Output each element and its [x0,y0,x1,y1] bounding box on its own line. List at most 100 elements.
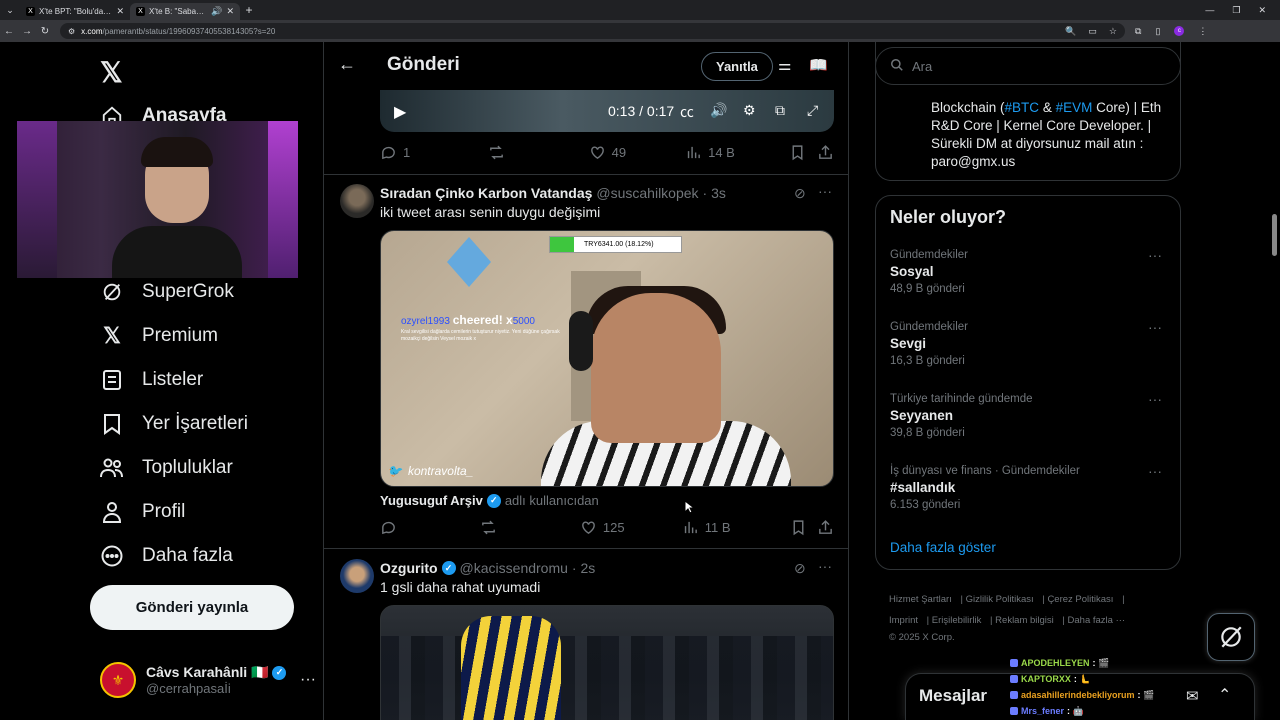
picture-in-picture-icon[interactable]: ⧉ [775,102,785,119]
media-credit[interactable]: Yugusuguf Arşiv ✓ adlı kullanıcıdan [380,493,599,508]
nav-item-premium[interactable]: 𝕏 Premium [100,323,218,348]
footer-link[interactable]: Daha fazla ··· [1068,615,1126,626]
like-action[interactable]: 125 [580,519,682,536]
reply-button[interactable]: Yanıtla [701,52,773,81]
more-icon[interactable]: ··· [300,671,316,689]
more-icon[interactable]: ··· [818,558,832,574]
grok-button[interactable] [1207,613,1255,661]
nav-item-bookmarks[interactable]: Yer İşaretleri [100,412,248,436]
retweet-action[interactable] [488,144,588,161]
trend-item[interactable]: İş dünyası ve finans · Gündemdekiler #sa… [890,463,1170,511]
forward-nav-icon[interactable]: → [18,26,36,37]
zoom-icon[interactable]: 🔍 [1065,26,1076,37]
captions-icon[interactable]: ㏄ [680,102,694,122]
more-icon[interactable]: ··· [1148,391,1162,407]
tweet-time[interactable]: · 3s [703,185,726,201]
footer-link[interactable]: Çerez Politikası [1047,594,1113,605]
settings-gear-icon[interactable]: ⚙ [743,102,756,119]
footer-link[interactable]: Reklam bilgisi [995,615,1054,626]
account-switcher[interactable]: ⚜ Câvs Karahânli 🇮🇹 ✓ @cerrahpasaİi ··· [100,660,316,700]
tweet-video[interactable] [380,605,834,720]
views-action[interactable]: 14 B [685,144,789,161]
tweet-time[interactable]: · 2s [572,560,595,576]
author-name[interactable]: Ozgurito [380,560,438,576]
browser-tab[interactable]: X X'te BPT: "Bolu'da makas atan ✕ [20,3,130,20]
tweet-video[interactable]: TRY6341.00 (18.12%) ozyrel1993 cheered! … [380,230,834,487]
volume-icon[interactable]: 🔊 [710,102,727,119]
play-icon[interactable]: ▶ [394,102,406,122]
nav-item-supergrok[interactable]: SuperGrok [100,280,234,304]
trend-item[interactable]: Gündemdekiler Sosyal 48,9 B gönderi ··· [890,247,1170,295]
footer-link[interactable]: Erişilebilirlik [932,615,982,626]
reply-action[interactable]: 1 [380,144,488,161]
reader-mode-icon[interactable]: 📖 [809,56,828,74]
avatar[interactable] [340,184,374,218]
list-icon [100,368,124,392]
grok-icon[interactable]: ⊘ [794,560,806,577]
profile-avatar-icon[interactable]: c [1174,26,1185,36]
filter-icon[interactable]: ⚌ [778,56,791,74]
nav-item-communities[interactable]: Topluluklar [100,456,233,480]
tab-search-icon[interactable]: ⌄ [0,5,20,16]
mute-tab-icon[interactable]: 🔊 [211,6,222,17]
video-player[interactable]: ▶ 0:13 / 0:17 ㏄ 🔊 ⚙ ⧉ ⤢ [380,90,834,132]
site-info-icon[interactable]: ⚙ [68,27,75,36]
search-input[interactable]: Ara [875,47,1181,85]
cast-icon[interactable]: ▭ [1088,26,1097,37]
author-handle[interactable]: @suscahilkopek [596,185,698,201]
back-arrow-icon[interactable]: ← [338,54,356,75]
close-tab-icon[interactable]: ✕ [226,6,234,17]
more-icon[interactable]: ··· [1148,463,1162,479]
show-more-link[interactable]: Daha fazla göster [890,540,996,555]
nav-item-profile[interactable]: Profil [100,500,185,524]
footer-link[interactable]: Gizlilik Politikası [966,594,1034,605]
trend-item[interactable]: Türkiye tarihinde gündemde Seyyanen 39,8… [890,391,1170,439]
new-message-icon[interactable]: ✉ [1186,687,1199,705]
minimize-icon[interactable]: — [1205,5,1214,16]
x-logo-icon[interactable]: 𝕏 [100,56,123,89]
hashtag-link[interactable]: #BTC [1005,100,1040,115]
extensions-icon[interactable]: ⧉ [1135,26,1141,37]
page-title: Gönderi [387,54,460,75]
share-icon [819,145,832,159]
nav-item-more[interactable]: Daha fazla [100,544,233,568]
more-icon[interactable]: ··· [1148,319,1162,335]
sidebar-icon[interactable]: ▯ [1155,26,1160,37]
nav-item-lists[interactable]: Listeler [100,368,203,392]
footer-link[interactable]: Hizmet Şartları [889,594,952,605]
bookmark-icon [793,520,804,536]
reply-icon [382,146,395,160]
expand-icon[interactable]: ⌃ [1218,685,1231,705]
retweet-action[interactable] [480,519,580,536]
restore-icon[interactable]: ❐ [1232,5,1240,16]
hashtag-link[interactable]: #EVM [1056,100,1093,115]
reply-action[interactable] [380,519,480,536]
trend-item[interactable]: Gündemdekiler Sevgi 16,3 B gönderi ··· [890,319,1170,367]
reload-icon[interactable]: ↻ [36,26,54,37]
browser-menu-icon[interactable]: ⋮ [1198,26,1207,37]
views-action[interactable]: 11 B [682,519,790,536]
avatar[interactable] [340,559,374,593]
back-nav-icon[interactable]: ← [0,26,18,37]
close-tab-icon[interactable]: ✕ [116,6,124,17]
post-button[interactable]: Gönderi yayınla [90,585,294,630]
bookmark-action[interactable] [790,519,817,536]
new-tab-icon[interactable]: + [240,3,258,17]
like-action[interactable]: 49 [589,144,685,161]
more-icon[interactable]: ··· [1148,247,1162,263]
browser-tab-active[interactable]: X X'te B: "Sabaha kadar göz 🔊 ✕ [130,3,240,20]
author-name[interactable]: Sıradan Çinko Karbon Vatandaş [380,185,592,201]
grok-icon[interactable]: ⊘ [794,185,806,202]
address-bar[interactable]: ⚙ x.com/pamerantb/status/199609374055381… [60,23,1125,39]
bookmark-action[interactable] [789,144,817,161]
tab-title: X'te B: "Sabaha kadar göz [149,7,207,16]
share-action[interactable] [817,519,834,536]
scrollbar[interactable] [1272,214,1277,256]
fullscreen-icon[interactable]: ⤢ [807,102,818,119]
share-action[interactable] [817,144,834,161]
more-icon[interactable]: ··· [818,183,832,199]
bookmark-star-icon[interactable]: ☆ [1109,26,1117,37]
close-window-icon[interactable]: ✕ [1258,5,1266,16]
author-handle[interactable]: @kacissendromu [460,560,568,576]
footer-link[interactable]: Imprint [889,615,918,626]
